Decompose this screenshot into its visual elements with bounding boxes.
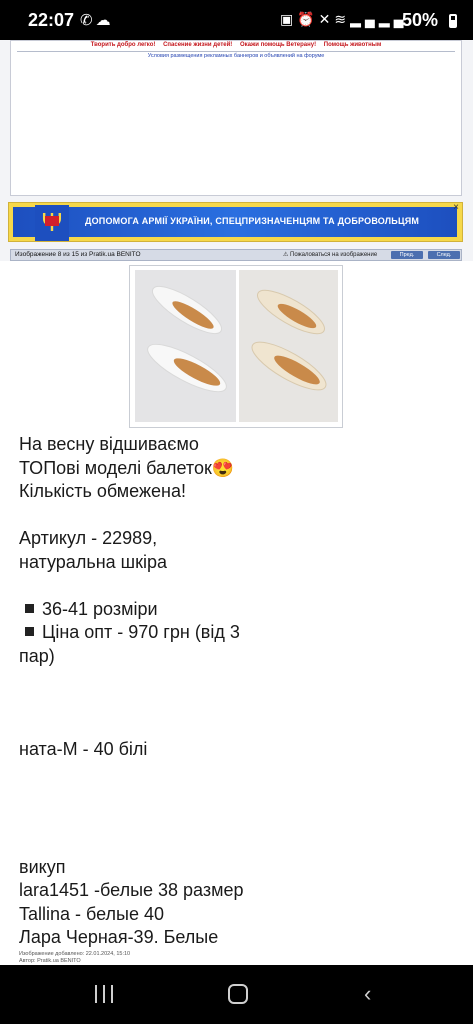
image-toolbar: Изображение 8 из 15 из Pratik.ua BENITO … <box>10 249 462 261</box>
status-bar: 22:07 ✆☁ ▣⏰✕≋▂▄▂▄ 50% <box>0 0 473 40</box>
emblem-red-icon <box>45 216 59 226</box>
post-text: На весну відшиваємо ТОПові моделі балето… <box>19 433 244 950</box>
page-content[interactable]: Творить добро легко! Спасение жизни дете… <box>0 40 473 965</box>
back-icon[interactable]: ‹ <box>364 983 371 1005</box>
charity-link[interactable]: Спасение жизни детей! <box>163 42 232 48</box>
beige-flats-photo <box>239 270 338 422</box>
white-flats-photo <box>135 270 236 422</box>
bullet-text: Ціна опт - 970 грн (від 3 <box>42 622 240 642</box>
charity-link[interactable]: Помощь животным <box>324 42 382 48</box>
warning-icon: ⚠ <box>283 252 291 258</box>
bullet-icon <box>25 627 34 636</box>
charity-link[interactable]: Творить добро легко! <box>91 42 156 48</box>
image-added-date: Изображение добавлено: 22.01.2024, 15:10 <box>19 951 131 957</box>
image-meta: Изображение добавлено: 22.01.2024, 15:10… <box>19 951 130 965</box>
alarm-icon: ⏰ <box>297 11 319 27</box>
buyout-title: викуп <box>19 856 66 877</box>
mute-icon: ✕ <box>318 11 335 27</box>
order-line: ната-М - 40 білі <box>19 739 148 759</box>
close-icon[interactable]: × <box>453 202 459 213</box>
buyout-line: Tallina - белые 40 <box>19 903 165 924</box>
bullet-icon <box>25 603 34 613</box>
post-line: На весну відшиваємо <box>19 434 199 454</box>
post-area: На весну відшиваємо ТОПові моделі балето… <box>0 261 473 965</box>
buyout-line: lara1451 -белые 38 размер <box>19 880 244 900</box>
ad-frame: Творить добро легко! Спасение жизни дете… <box>10 40 462 196</box>
image-author: Автор: Pratik.ua BENITO <box>19 958 81 964</box>
image-counter: Изображение 8 из 15 из Pratik.ua BENITO <box>15 251 141 258</box>
navigation-bar: ‹ <box>0 965 473 1024</box>
beige-shoe-image <box>251 289 327 391</box>
home-icon[interactable] <box>228 984 248 1004</box>
trident-icon: Ψ <box>35 205 69 241</box>
prev-button[interactable]: Пред. <box>391 251 423 259</box>
next-button[interactable]: След. <box>428 251 460 259</box>
ad-terms-link[interactable]: Условия размещения рекламных баннеров и … <box>11 53 461 59</box>
article-line: Артикул - 22989, <box>19 528 158 548</box>
white-shoe-image <box>147 285 227 393</box>
charity-links: Творить добро легко! Спасение жизни дете… <box>11 41 461 48</box>
post-line: ТОПові моделі балеток😍 <box>19 457 235 478</box>
battery-percent: 50% <box>402 10 439 30</box>
signal-icon: ▂▄ <box>350 11 379 27</box>
ad-divider <box>17 51 455 52</box>
product-photo[interactable] <box>129 265 343 428</box>
phone-icon: ✆ <box>80 12 96 29</box>
nfc-icon: ▣ <box>280 11 298 27</box>
complain-link[interactable]: ⚠ Пожаловаться на изображение <box>283 251 377 258</box>
wifi-icon: ≋ <box>334 11 351 27</box>
status-right-icons: ▣⏰✕≋▂▄▂▄ <box>280 11 408 28</box>
banner-text: ДОПОМОГА АРМІЇ УКРАЇНИ, СПЕЦПРИЗНАЧЕНЦЯМ… <box>85 216 420 226</box>
post-line: Кількість обмежена! <box>19 481 186 501</box>
banner-inner: Ψ ДОПОМОГА АРМІЇ УКРАЇНИ, СПЕЦПРИЗНАЧЕНЦ… <box>13 205 457 241</box>
status-left-icons: ✆☁ <box>80 11 114 29</box>
complain-label: Пожаловаться на изображение <box>290 252 378 258</box>
material-line: натуральна шкіра <box>19 551 167 572</box>
cloud-icon: ☁ <box>95 12 114 29</box>
charity-link[interactable]: Окажи помощь Ветерану! <box>240 42 316 48</box>
bullet-text: 36-41 розміри <box>42 598 158 619</box>
ukraine-army-banner[interactable]: Ψ ДОПОМОГА АРМІЇ УКРАЇНИ, СПЕЦПРИЗНАЧЕНЦ… <box>8 202 463 242</box>
buyout-line: Лара Черная-39. Белые <box>19 927 219 947</box>
recent-apps-icon[interactable] <box>95 985 115 1003</box>
battery-icon <box>449 14 457 28</box>
bullet-item: 36-41 розміри <box>19 598 244 622</box>
status-time: 22:07 <box>28 10 75 30</box>
bullet-item: Ціна опт - 970 грн (від 3 <box>19 621 244 645</box>
bullet-continuation: пар) <box>19 645 55 666</box>
